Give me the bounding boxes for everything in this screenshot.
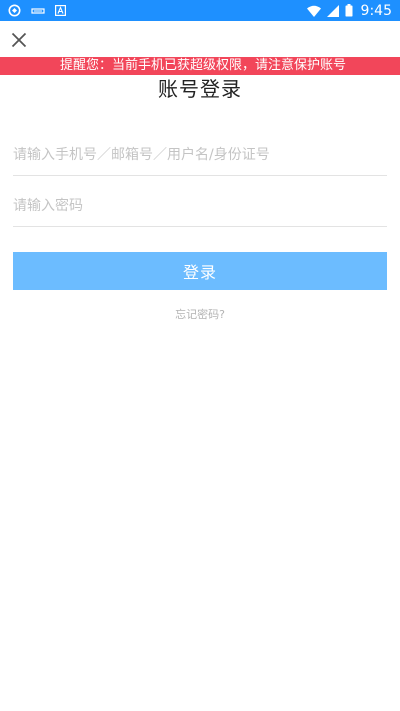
battery-icon [345, 4, 353, 17]
account-input[interactable] [13, 135, 387, 176]
status-bar-right: 9:45 [306, 2, 392, 19]
font-a-icon [55, 5, 67, 17]
root-warning-banner: 提醒您：当前手机已获超级权限，请注意保护账号 [0, 57, 400, 75]
close-icon [11, 32, 27, 48]
usb-icon [31, 6, 45, 16]
status-bar: 9:45 [0, 0, 400, 21]
login-button[interactable]: 登录 [13, 252, 387, 290]
password-input[interactable] [13, 186, 387, 227]
forgot-password-link[interactable]: 忘记密码? [0, 306, 400, 322]
close-button[interactable] [8, 29, 30, 51]
signal-icon [326, 4, 339, 17]
wifi-icon [306, 5, 321, 17]
status-bar-left [8, 4, 67, 17]
page-title: 账号登录 [158, 77, 242, 101]
login-screen: 9:45 提醒您：当前手机已获超级权限，请注意保护账号 账号登录 登录 忘记密码… [0, 0, 400, 711]
app-notification-icon [8, 4, 21, 17]
status-time: 9:45 [360, 2, 392, 19]
